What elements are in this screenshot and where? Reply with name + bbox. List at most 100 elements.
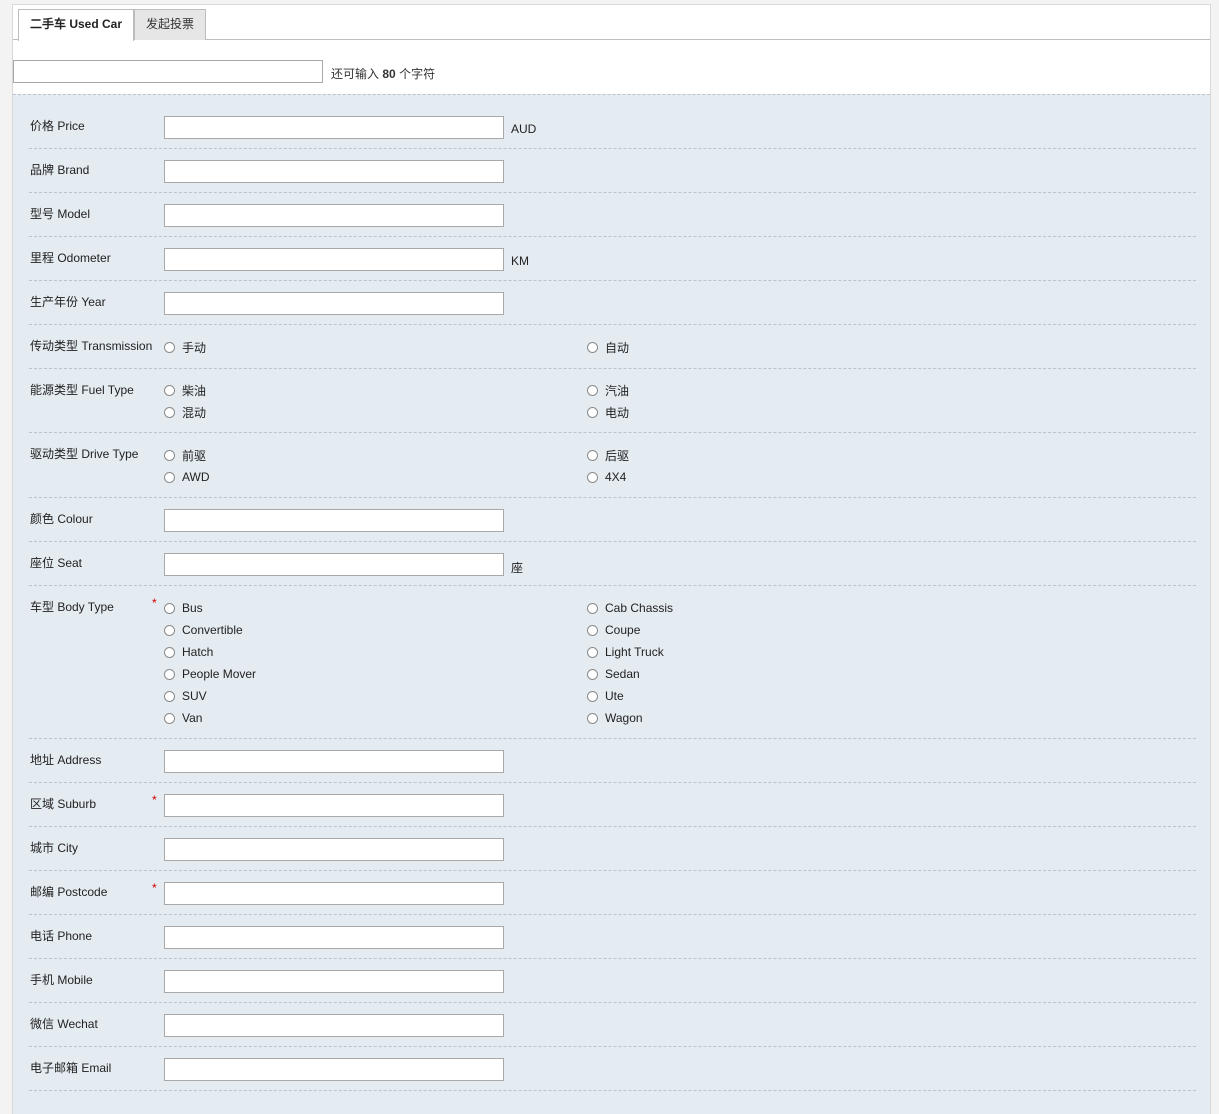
body-type-label: 车型 Body Type [30, 600, 114, 614]
radio-circle-icon[interactable] [164, 624, 175, 636]
radio-label: Wagon [605, 711, 643, 725]
counter-count: 80 [382, 67, 396, 81]
row-fuel-type: 能源类型 Fuel Type 柴油 汽油 混动 电动 [29, 369, 1196, 433]
radio-fuel-hybrid[interactable]: 混动 [164, 403, 206, 421]
suburb-input[interactable] [164, 794, 504, 817]
title-input[interactable] [13, 60, 323, 83]
radio-label: 后驱 [605, 448, 630, 463]
postcode-input[interactable] [164, 882, 504, 905]
mobile-input[interactable] [164, 970, 504, 993]
colour-input[interactable] [164, 509, 504, 532]
radio-circle-icon[interactable] [164, 646, 175, 658]
wechat-input[interactable] [164, 1014, 504, 1037]
radio-circle-icon[interactable] [164, 602, 175, 614]
radio-drive-rwd[interactable]: 后驱 [587, 446, 629, 464]
required-marker: * [152, 793, 157, 807]
radio-drive-fwd[interactable]: 前驱 [164, 446, 206, 464]
radio-drive-4x4[interactable]: 4X4 [587, 468, 626, 486]
radio-body-light-truck[interactable]: Light Truck [587, 643, 664, 661]
radio-label: 4X4 [605, 470, 627, 484]
row-suburb: 区域 Suburb * [29, 783, 1196, 827]
radio-circle-icon[interactable] [587, 602, 598, 614]
radio-circle-icon[interactable] [164, 712, 175, 724]
city-input[interactable] [164, 838, 504, 861]
radio-body-bus[interactable]: Bus [164, 599, 203, 617]
price-input[interactable] [164, 116, 504, 139]
radio-fuel-electric[interactable]: 电动 [587, 403, 629, 421]
radio-circle-icon[interactable] [164, 449, 175, 461]
radio-label: Light Truck [605, 645, 664, 659]
radio-circle-icon[interactable] [587, 668, 598, 680]
postcode-label: 邮编 Postcode [30, 885, 108, 899]
radio-circle-icon[interactable] [164, 471, 175, 483]
radio-body-sedan[interactable]: Sedan [587, 665, 640, 683]
seat-input[interactable] [164, 553, 504, 576]
drive-type-label: 驱动类型 Drive Type [30, 447, 139, 461]
odometer-input[interactable] [164, 248, 504, 271]
year-input[interactable] [164, 292, 504, 315]
radio-circle-icon[interactable] [587, 646, 598, 658]
radio-circle-icon[interactable] [587, 690, 598, 702]
price-label: 价格 Price [30, 119, 85, 133]
email-label: 电子邮箱 Email [30, 1061, 112, 1075]
radio-label: Hatch [182, 645, 214, 659]
model-input[interactable] [164, 204, 504, 227]
radio-body-coupe[interactable]: Coupe [587, 621, 640, 639]
counter-prefix: 还可输入 [331, 67, 380, 81]
radio-label: SUV [182, 689, 207, 703]
radio-body-van[interactable]: Van [164, 709, 202, 727]
radio-fuel-diesel[interactable]: 柴油 [164, 381, 206, 399]
radio-circle-icon[interactable] [587, 341, 598, 353]
colour-label: 颜色 Colour [30, 512, 93, 526]
radio-circle-icon[interactable] [587, 712, 598, 724]
email-input[interactable] [164, 1058, 504, 1081]
radio-body-hatch[interactable]: Hatch [164, 643, 213, 661]
radio-body-cab-chassis[interactable]: Cab Chassis [587, 599, 673, 617]
radio-transmission-manual[interactable]: 手动 [164, 338, 206, 356]
row-drive-type: 驱动类型 Drive Type 前驱 后驱 AWD 4X4 [29, 433, 1196, 498]
radio-circle-icon[interactable] [164, 406, 175, 418]
mobile-label: 手机 Mobile [30, 973, 93, 987]
row-postcode: 邮编 Postcode * [29, 871, 1196, 915]
radio-fuel-petrol[interactable]: 汽油 [587, 381, 629, 399]
address-label: 地址 Address [30, 753, 102, 767]
radio-label: Coupe [605, 623, 641, 637]
radio-label: 汽油 [605, 383, 630, 398]
radio-body-convertible[interactable]: Convertible [164, 621, 243, 639]
radio-label: 前驱 [182, 448, 207, 463]
radio-circle-icon[interactable] [587, 406, 598, 418]
tab-start-vote[interactable]: 发起投票 [134, 9, 207, 40]
brand-input[interactable] [164, 160, 504, 183]
radio-circle-icon[interactable] [164, 384, 175, 396]
radio-label: 自动 [605, 340, 630, 355]
char-counter: 还可输入 80 个字符 [331, 65, 435, 82]
radio-body-ute[interactable]: Ute [587, 687, 624, 705]
radio-label: 柴油 [182, 383, 207, 398]
radio-transmission-auto[interactable]: 自动 [587, 338, 629, 356]
post-editor-card: 二手车 Used Car 发起投票 还可输入 80 个字符 价格 Price A… [12, 4, 1211, 1114]
radio-body-people-mover[interactable]: People Mover [164, 665, 256, 683]
tab-used-car[interactable]: 二手车 Used Car [18, 9, 135, 41]
required-marker: * [152, 881, 157, 895]
counter-suffix: 个字符 [399, 67, 436, 81]
radio-circle-icon[interactable] [587, 471, 598, 483]
radio-label: Van [182, 711, 203, 725]
radio-circle-icon[interactable] [164, 668, 175, 680]
radio-label: AWD [182, 470, 210, 484]
required-marker: * [152, 596, 157, 610]
radio-circle-icon[interactable] [587, 384, 598, 396]
radio-circle-icon[interactable] [164, 341, 175, 353]
transmission-label: 传动类型 Transmission [30, 339, 153, 353]
address-input[interactable] [164, 750, 504, 773]
seat-unit: 座 [511, 561, 524, 575]
radio-label: Cab Chassis [605, 601, 674, 615]
row-phone: 电话 Phone [29, 915, 1196, 959]
radio-label: 混动 [182, 405, 207, 420]
radio-body-wagon[interactable]: Wagon [587, 709, 643, 727]
radio-body-suv[interactable]: SUV [164, 687, 207, 705]
radio-circle-icon[interactable] [587, 449, 598, 461]
radio-drive-awd[interactable]: AWD [164, 468, 210, 486]
phone-input[interactable] [164, 926, 504, 949]
radio-circle-icon[interactable] [164, 690, 175, 702]
radio-circle-icon[interactable] [587, 624, 598, 636]
